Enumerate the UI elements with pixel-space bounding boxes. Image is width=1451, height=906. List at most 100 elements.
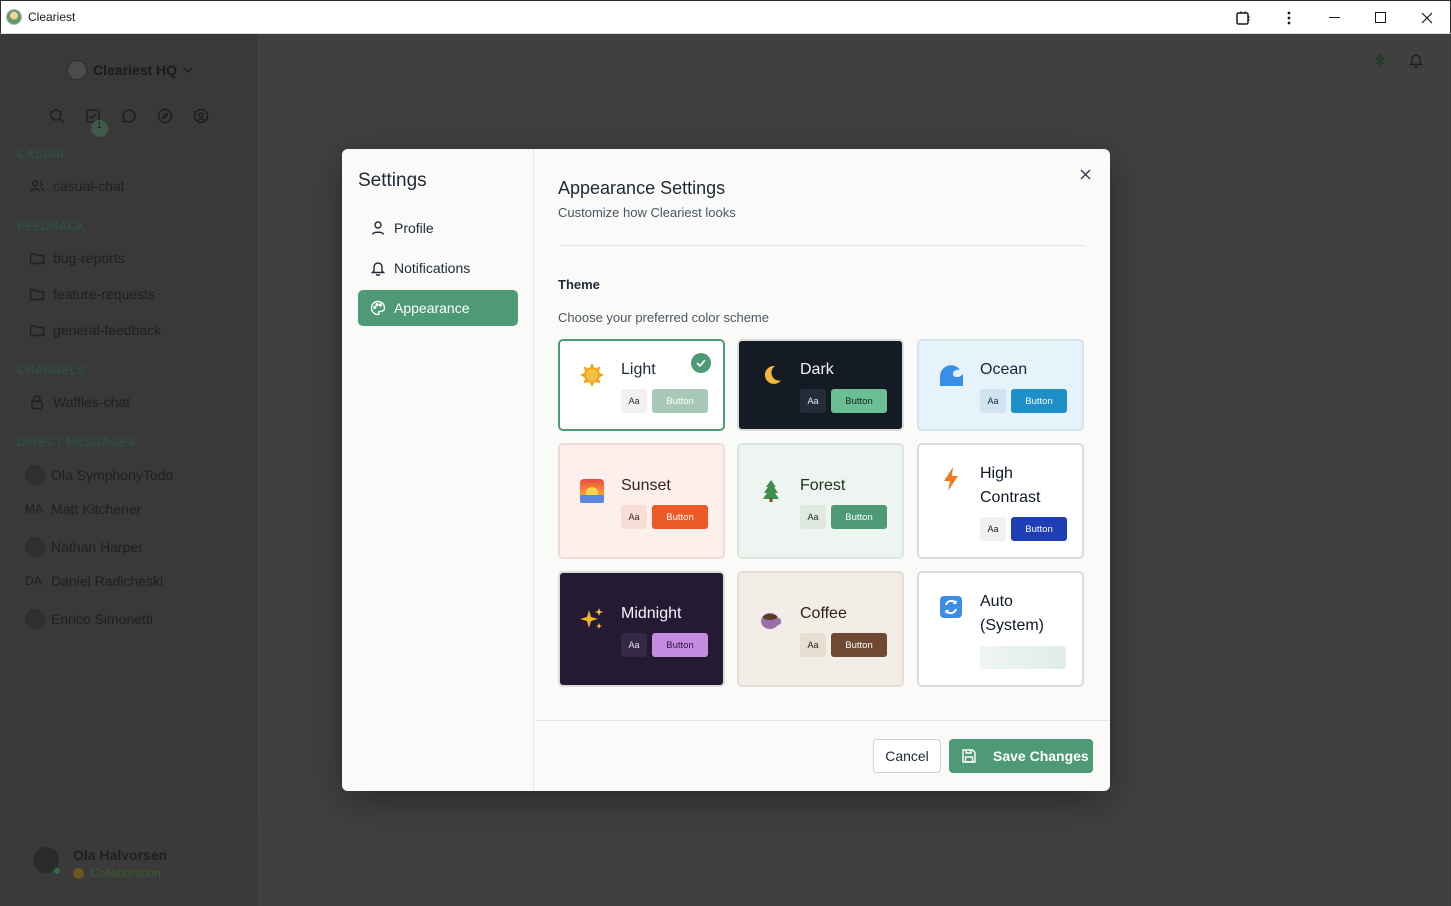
avatar — [25, 465, 45, 485]
dm-daniel-radicheski[interactable]: DA Daniel Radicheski — [25, 573, 163, 589]
theme-card-midnight[interactable]: Midnight Aa Button — [558, 571, 725, 687]
appearance-subheading: Customize how Cleariest looks — [558, 205, 736, 220]
refresh-icon — [937, 593, 965, 621]
online-status-dot — [53, 867, 61, 875]
theme-preview-gradient — [980, 646, 1066, 669]
channel-general-feedback[interactable]: general-feedback — [29, 322, 161, 338]
theme-name: High Contrast — [980, 465, 1041, 506]
avatar — [25, 609, 45, 629]
tasks-badge: 1 — [91, 120, 108, 137]
maximize-icon[interactable] — [1358, 1, 1404, 35]
theme-card-dark[interactable]: Dark Aa Button — [737, 339, 904, 431]
nav-item-appearance[interactable]: Appearance — [358, 290, 518, 326]
channel-casual-chat[interactable]: casual-chat — [29, 178, 125, 194]
more-options-icon[interactable] — [1266, 1, 1312, 35]
extensions-icon[interactable] — [1220, 1, 1266, 35]
tree-status-icon[interactable] — [1372, 52, 1388, 68]
theme-preview-button: Button — [652, 389, 708, 413]
window-title: Cleariest — [28, 10, 76, 24]
channel-waffles-chat[interactable]: Waffles-chat — [29, 394, 130, 410]
avatar-initials: DA — [25, 574, 42, 588]
nav-item-notifications[interactable]: Notifications — [358, 250, 518, 286]
channel-feature-requests[interactable]: feature-requests — [29, 286, 155, 302]
palette-icon — [370, 300, 386, 316]
current-user-panel[interactable]: Ola Halvorsen Collaboration — [1, 816, 257, 906]
minimize-icon[interactable] — [1312, 1, 1358, 35]
section-label-channels: CHANNELS — [17, 363, 86, 377]
sun-icon — [578, 361, 606, 389]
divider — [558, 245, 1085, 246]
folder-icon — [29, 286, 45, 302]
lightning-icon — [937, 465, 965, 493]
coffee-icon — [757, 605, 785, 633]
explore-icon[interactable] — [157, 108, 174, 125]
theme-card-light[interactable]: Light Aa Button — [558, 339, 725, 431]
sparkles-icon — [578, 605, 606, 633]
theme-name: Forest — [800, 477, 846, 494]
theme-preview-text: Aa — [621, 505, 647, 529]
cancel-button[interactable]: Cancel — [873, 739, 941, 773]
theme-preview-button: Button — [652, 633, 708, 657]
settings-nav: Settings Profile Notifications Appearanc… — [342, 149, 534, 791]
chevron-down-icon — [183, 67, 193, 73]
theme-preview-text: Aa — [800, 389, 826, 413]
theme-preview-text: Aa — [800, 633, 826, 657]
window-titlebar: Cleariest — [0, 0, 1451, 34]
theme-card-forest[interactable]: Forest Aa Button — [737, 443, 904, 559]
divider — [535, 720, 1110, 721]
theme-preview-button: Button — [831, 633, 887, 657]
theme-preview-text: Aa — [980, 517, 1006, 541]
theme-preview-button: Button — [831, 505, 887, 529]
bell-icon[interactable] — [1408, 52, 1424, 69]
theme-preview-button: Button — [1011, 517, 1067, 541]
theme-preview-text: Aa — [621, 633, 647, 657]
user-name: Ola Halvorsen — [73, 847, 168, 863]
theme-name: Coffee — [800, 605, 847, 622]
theme-name: Auto (System) — [980, 593, 1044, 634]
channel-bug-reports[interactable]: bug-reports — [29, 250, 125, 266]
theme-card-sunset[interactable]: Sunset Aa Button — [558, 443, 725, 559]
user-role: Collaboration — [73, 866, 161, 880]
sunset-icon — [578, 477, 606, 505]
theme-card-coffee[interactable]: Coffee Aa Button — [737, 571, 904, 687]
close-icon[interactable] — [1076, 165, 1094, 183]
profile-circle-icon[interactable] — [193, 108, 210, 125]
search-icon[interactable] — [49, 108, 66, 125]
settings-content: Appearance Settings Customize how Cleari… — [535, 149, 1110, 791]
theme-description: Choose your preferred color scheme — [558, 310, 769, 325]
theme-name: Ocean — [980, 361, 1028, 378]
settings-title: Settings — [358, 170, 427, 191]
dm-ola-symphonytodo[interactable]: Ola SymphonyTodo — [25, 465, 173, 485]
dm-enrico-simonetti[interactable]: Enrico Simonetti — [25, 609, 153, 629]
save-changes-button[interactable]: Save Changes — [949, 739, 1093, 773]
theme-name: Sunset — [621, 477, 671, 494]
dm-matt-kitchener[interactable]: MA Matt Kitchener — [25, 501, 141, 517]
theme-card-high-contrast[interactable]: High Contrast Aa Button — [917, 443, 1084, 559]
section-label-direct-messages: DIRECT MESSAGES — [17, 435, 137, 449]
bell-icon — [370, 262, 386, 276]
wave-icon — [937, 361, 965, 389]
user-icon — [371, 221, 385, 235]
folder-icon — [29, 250, 45, 266]
avatar — [25, 537, 45, 557]
lock-icon — [29, 394, 45, 410]
section-label-casual: CASUAL — [17, 147, 69, 161]
workspace-logo-icon — [67, 60, 87, 80]
moon-icon — [757, 361, 785, 389]
theme-preview-button: Button — [1011, 389, 1067, 413]
role-icon — [73, 867, 84, 879]
theme-preview-text: Aa — [621, 389, 647, 413]
theme-name: Midnight — [621, 605, 682, 622]
workspace-switcher[interactable]: Cleariest HQ — [67, 60, 193, 80]
close-window-icon[interactable] — [1404, 1, 1450, 35]
dm-nathan-harper[interactable]: Nathan Harper — [25, 537, 143, 557]
messages-icon[interactable] — [121, 108, 138, 125]
appearance-heading: Appearance Settings — [558, 178, 726, 198]
theme-name: Dark — [800, 361, 834, 378]
theme-preview-text: Aa — [980, 389, 1006, 413]
theme-card-ocean[interactable]: Ocean Aa Button — [917, 339, 1084, 431]
tasks-icon[interactable]: 1 — [85, 108, 108, 137]
theme-card-auto-system[interactable]: Auto (System) — [917, 571, 1084, 687]
nav-item-profile[interactable]: Profile — [358, 210, 518, 246]
avatar-initials: MA — [25, 502, 43, 516]
